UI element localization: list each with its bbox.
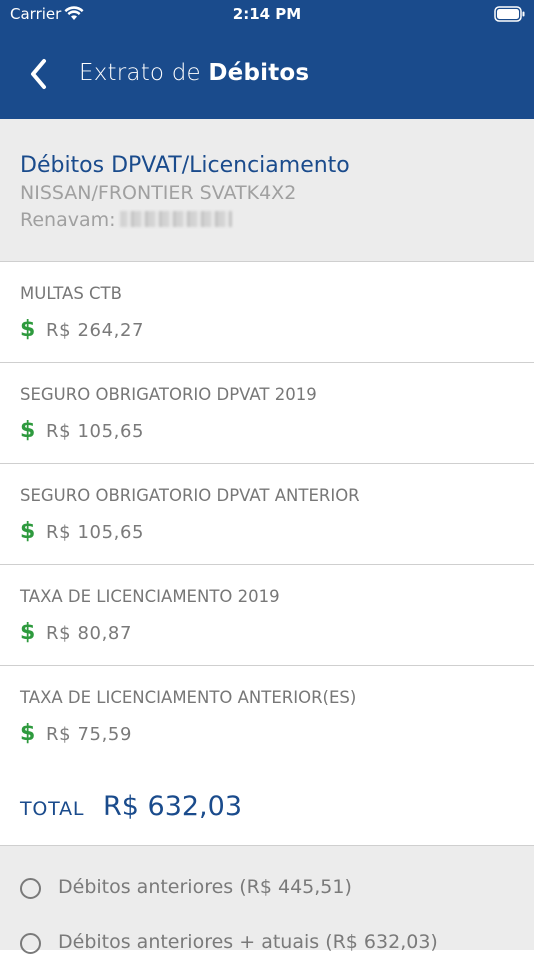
- option-label: Débitos anteriores (R$ 445,51): [58, 876, 352, 898]
- total-value: R$ 632,03: [103, 791, 242, 822]
- vehicle-title: Débitos DPVAT/Licenciamento: [20, 153, 350, 178]
- chevron-left-icon: [31, 59, 46, 89]
- debt-item: MULTAS CTB $ R$ 264,27: [0, 262, 534, 363]
- debt-label: TAXA DE LICENCIAMENTO 2019: [20, 587, 280, 606]
- page-title-bold: Débitos: [208, 60, 310, 86]
- debt-value: R$ 80,87: [46, 623, 133, 644]
- debt-value: R$ 105,65: [46, 421, 145, 442]
- debt-item: TAXA DE LICENCIAMENTO 2019 $ R$ 80,87: [0, 565, 534, 666]
- dollar-icon: $: [20, 418, 36, 443]
- navigation-bar: Extrato de Débitos: [0, 30, 534, 119]
- status-time: 2:14 PM: [232, 5, 302, 23]
- vehicle-renavam: Renavam:: [20, 209, 232, 231]
- debt-item: SEGURO OBRIGATORIO DPVAT 2019 $ R$ 105,6…: [0, 363, 534, 464]
- debt-label: SEGURO OBRIGATORIO DPVAT ANTERIOR: [20, 486, 360, 505]
- payment-options: Débitos anteriores (R$ 445,51) Débitos a…: [0, 846, 534, 954]
- debt-value: R$ 264,27: [46, 320, 145, 341]
- renavam-redacted-value: [119, 211, 232, 227]
- battery-icon: [494, 6, 526, 26]
- dollar-icon: $: [20, 721, 36, 746]
- debt-item: TAXA DE LICENCIAMENTO ANTERIOR(ES) $ R$ …: [0, 666, 534, 767]
- debt-list: MULTAS CTB $ R$ 264,27 SEGURO OBRIGATORI…: [0, 262, 534, 767]
- debt-label: SEGURO OBRIGATORIO DPVAT 2019: [20, 385, 317, 404]
- debt-item: SEGURO OBRIGATORIO DPVAT ANTERIOR $ R$ 1…: [0, 464, 534, 565]
- dollar-icon: $: [20, 620, 36, 645]
- radio-button[interactable]: [20, 933, 41, 954]
- radio-button[interactable]: [20, 878, 41, 899]
- debt-label: TAXA DE LICENCIAMENTO ANTERIOR(ES): [20, 688, 357, 707]
- renavam-label: Renavam:: [20, 209, 116, 231]
- page-title: Extrato de Débitos: [79, 60, 309, 86]
- back-button[interactable]: [22, 52, 58, 96]
- total-label: TOTAL: [20, 798, 85, 820]
- debt-label: MULTAS CTB: [20, 284, 122, 303]
- dollar-icon: $: [20, 519, 36, 544]
- vehicle-header: Débitos DPVAT/Licenciamento NISSAN/FRONT…: [0, 119, 534, 262]
- page-title-prefix: Extrato de: [79, 60, 201, 86]
- dollar-icon: $: [20, 317, 36, 342]
- vehicle-model: NISSAN/FRONTIER SVATK4X2: [20, 182, 297, 204]
- status-bar: Carrier 2:14 PM: [0, 0, 534, 30]
- debt-value: R$ 105,65: [46, 522, 145, 543]
- total-row: TOTAL R$ 632,03: [0, 766, 534, 846]
- debt-value: R$ 75,59: [46, 724, 133, 745]
